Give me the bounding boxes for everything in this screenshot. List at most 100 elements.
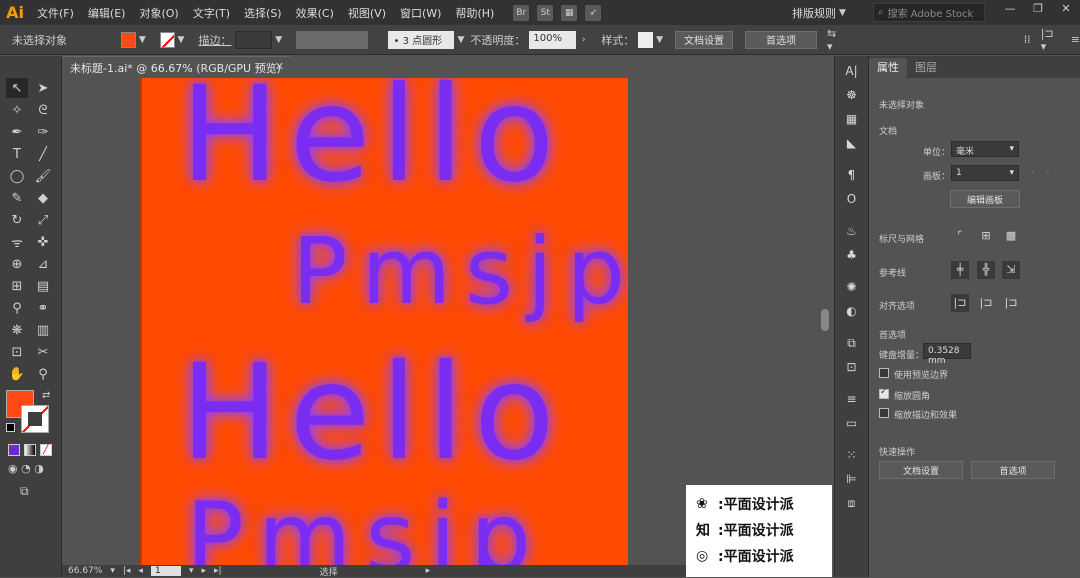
menu-select[interactable]: 选择(S) bbox=[237, 5, 289, 21]
tab-layers[interactable]: 图层 bbox=[907, 58, 945, 78]
stroke-weight-input[interactable] bbox=[235, 30, 273, 49]
symbols-icon[interactable]: ♣ bbox=[842, 246, 862, 264]
ellipse-tool-icon[interactable]: ◯ bbox=[6, 166, 28, 186]
gradient-panel-icon[interactable]: ◣ bbox=[842, 134, 862, 152]
opacity-input[interactable]: 100% bbox=[529, 30, 576, 49]
mesh-tool-icon[interactable]: ⊞ bbox=[6, 276, 28, 296]
eyedropper-icon[interactable]: ⚲ bbox=[6, 298, 28, 318]
menu-window[interactable]: 窗口(W) bbox=[393, 5, 448, 21]
align-icon[interactable]: ⁞⁞ bbox=[1024, 33, 1031, 46]
lasso-icon[interactable]: ᘓ bbox=[32, 100, 54, 120]
type-tool-icon[interactable]: T bbox=[6, 144, 28, 164]
scale-strokes-checkbox[interactable] bbox=[879, 408, 889, 418]
align-panel-icon[interactable]: ⊫ bbox=[842, 470, 862, 488]
bridge-icon[interactable]: Br bbox=[513, 4, 530, 21]
layers-icon[interactable]: ⧉ bbox=[842, 334, 862, 352]
perspective-grid-icon[interactable]: ⊿ bbox=[32, 254, 54, 274]
drawing-mode-icon[interactable]: ◉ ◔ ◑ bbox=[8, 462, 44, 475]
selection-tool-icon[interactable]: ↖ bbox=[6, 78, 28, 98]
last-artboard-icon[interactable]: ▸| bbox=[214, 566, 222, 576]
appearance-icon[interactable]: ☸ bbox=[842, 86, 862, 104]
swatches-icon[interactable]: ▦ bbox=[842, 110, 862, 128]
color-mode-gradient-icon[interactable] bbox=[24, 444, 36, 456]
direct-selection-tool-icon[interactable]: ➤ bbox=[32, 78, 54, 98]
panel-menu-icon[interactable]: ≡ bbox=[1071, 33, 1080, 46]
align-to-pixel-icon[interactable]: |⊐ bbox=[1002, 294, 1020, 312]
brush-definition-select[interactable]: • 3 点圆形 bbox=[387, 30, 455, 49]
fill-swatch[interactable] bbox=[121, 31, 136, 48]
chevron-down-icon[interactable]: ▼ bbox=[656, 35, 663, 45]
quick-document-setup-button[interactable]: 文档设置 bbox=[879, 461, 963, 479]
slice-tool-icon[interactable]: ✂ bbox=[32, 342, 54, 362]
menu-help[interactable]: 帮助(H) bbox=[448, 5, 501, 21]
paragraph-icon[interactable]: ¶ bbox=[842, 166, 862, 184]
color-mode-color-icon[interactable] bbox=[8, 444, 20, 456]
preferences-button[interactable]: 首选项 bbox=[744, 30, 817, 49]
puppet-warp-icon[interactable]: ✜ bbox=[32, 232, 54, 252]
transparency-grid-icon[interactable]: ▩ bbox=[1002, 227, 1020, 245]
scrollbar-thumb[interactable] bbox=[821, 309, 829, 331]
ruler-icon[interactable]: ⌜ bbox=[951, 227, 969, 245]
tab-properties[interactable]: 属性 bbox=[869, 58, 907, 78]
transparency-icon[interactable]: ◐ bbox=[842, 302, 862, 320]
artboards-icon[interactable]: ⊡ bbox=[842, 358, 862, 376]
artwork-text-line-1[interactable]: Hello bbox=[180, 78, 565, 212]
scale-corners-checkbox[interactable] bbox=[879, 387, 889, 399]
close-icon[interactable]: ✕ bbox=[1052, 0, 1080, 20]
gradient-panel-2-icon[interactable]: ▭ bbox=[842, 414, 862, 432]
smart-guides-icon[interactable]: ⇲ bbox=[1002, 261, 1020, 279]
chevron-down-icon[interactable]: ▾ bbox=[110, 566, 115, 576]
close-icon[interactable]: ✕ bbox=[275, 60, 284, 73]
character-panel-icon[interactable]: A| bbox=[842, 62, 862, 80]
magic-wand-icon[interactable]: ✧ bbox=[6, 100, 28, 120]
shaper-tool-icon[interactable]: ✎ bbox=[6, 188, 28, 208]
document-tab[interactable]: 未标题-1.ai* @ 66.67% (RGB/GPU 预览) ✕ bbox=[62, 56, 290, 78]
snap-to-point-icon[interactable]: |⊐ bbox=[977, 294, 995, 312]
shape-builder-icon[interactable]: ⊕ bbox=[6, 254, 28, 274]
chevron-down-icon[interactable]: ▼ bbox=[457, 35, 464, 45]
artboard-nav-arrows[interactable]: ‹ › bbox=[1031, 168, 1050, 178]
menu-edit[interactable]: 编辑(E) bbox=[81, 5, 133, 21]
column-graph-icon[interactable]: ▥ bbox=[32, 320, 54, 340]
snap-to-pixel-icon[interactable]: |⊐ bbox=[951, 294, 969, 312]
artboard-tool-icon[interactable]: ⊡ bbox=[6, 342, 28, 362]
menu-type[interactable]: 文字(T) bbox=[186, 5, 237, 21]
grid-icon[interactable]: ⊞ bbox=[977, 227, 995, 245]
arrange-icon[interactable]: ⇆ ▾ bbox=[827, 27, 844, 53]
gradient-tool-icon[interactable]: ▤ bbox=[32, 276, 54, 296]
chevron-right-icon[interactable]: › bbox=[582, 35, 586, 45]
swap-colors-icon[interactable]: ⇄ bbox=[42, 390, 50, 401]
chevron-down-icon[interactable]: ▼ bbox=[275, 35, 282, 45]
zoom-tool-icon[interactable]: ⚲ bbox=[32, 364, 54, 384]
minimize-icon[interactable]: — bbox=[996, 0, 1024, 20]
artboard-select[interactable]: 1 ▾ bbox=[951, 165, 1019, 181]
restore-icon[interactable]: ❐ bbox=[1024, 0, 1052, 20]
next-artboard-icon[interactable]: ▸ bbox=[201, 566, 206, 576]
edit-artboards-button[interactable]: 编辑画板 bbox=[950, 190, 1020, 208]
pen-tool-icon[interactable]: ✒ bbox=[6, 122, 28, 142]
artwork-text-line-2[interactable]: Pmsjp bbox=[292, 218, 628, 325]
warp-tool-icon[interactable]: ᯤ bbox=[6, 232, 28, 252]
chevron-down-icon[interactable]: ▼ bbox=[139, 35, 146, 45]
menu-effect[interactable]: 效果(C) bbox=[289, 5, 341, 21]
hand-tool-icon[interactable]: ✋ bbox=[6, 364, 28, 384]
zoom-level[interactable]: 66.67% bbox=[68, 566, 102, 576]
variable-width-profile[interactable] bbox=[296, 30, 368, 49]
chevron-down-icon[interactable]: ▼ bbox=[178, 35, 185, 45]
graphic-style-swatch[interactable] bbox=[638, 31, 654, 48]
transform-icon[interactable]: ⁙ bbox=[842, 446, 862, 464]
stroke-color-box[interactable] bbox=[21, 405, 49, 433]
stock-icon[interactable]: St bbox=[537, 4, 554, 21]
symbol-sprayer-icon[interactable]: ❋ bbox=[6, 320, 28, 340]
scale-tool-icon[interactable]: ⤢ bbox=[32, 210, 54, 230]
quick-preferences-button[interactable]: 首选项 bbox=[971, 461, 1055, 479]
artwork-text-line-3[interactable]: Hello bbox=[180, 336, 565, 490]
menu-file[interactable]: 文件(F) bbox=[30, 5, 81, 21]
artboard[interactable]: Hello Pmsjp Hello Pmsjp bbox=[140, 78, 628, 565]
color-mode-none-icon[interactable]: ╱ bbox=[40, 444, 52, 456]
previous-artboard-icon[interactable]: ◂ bbox=[138, 566, 143, 576]
graphic-styles-icon[interactable]: ✺ bbox=[842, 278, 862, 296]
rotate-tool-icon[interactable]: ↻ bbox=[6, 210, 28, 230]
gpu-performance-icon[interactable]: ➶ bbox=[585, 4, 602, 21]
keyboard-increment-input[interactable]: 0.3528 mm bbox=[923, 343, 971, 366]
